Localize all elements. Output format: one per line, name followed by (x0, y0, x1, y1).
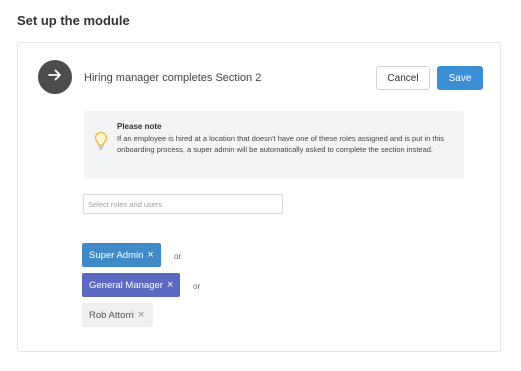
assignee-tag-super-admin: Super Admin × (82, 243, 161, 267)
note-title: Please note (117, 122, 162, 131)
assignee-tag-label: Rob Attorri (89, 309, 134, 321)
arrow-right-icon (47, 67, 63, 88)
save-button[interactable]: Save (437, 66, 483, 90)
close-icon[interactable]: × (167, 279, 173, 291)
assignee-tag-label: General Manager (89, 279, 163, 291)
assignee-tag-general-manager: General Manager × (82, 273, 180, 297)
step-title: Hiring manager completes Section 2 (84, 72, 262, 84)
assignee-tag-rob-attorri: Rob Attorri × (82, 303, 153, 327)
step-card: Hiring manager completes Section 2 Cance… (17, 42, 501, 352)
step-circle (38, 60, 72, 94)
page-title: Set up the module (17, 13, 130, 28)
or-separator: or (193, 282, 201, 291)
note-box: Please note If an employee is hired at a… (84, 111, 464, 179)
assignee-tag-label: Super Admin (89, 249, 144, 261)
lightbulb-icon (94, 131, 108, 156)
roles-users-select-input[interactable] (83, 194, 283, 214)
close-icon[interactable]: × (147, 249, 153, 261)
close-icon[interactable]: × (138, 309, 144, 321)
cancel-button[interactable]: Cancel (376, 66, 430, 90)
or-separator: or (174, 252, 182, 261)
note-text: If an employee is hired at a location th… (117, 134, 445, 154)
